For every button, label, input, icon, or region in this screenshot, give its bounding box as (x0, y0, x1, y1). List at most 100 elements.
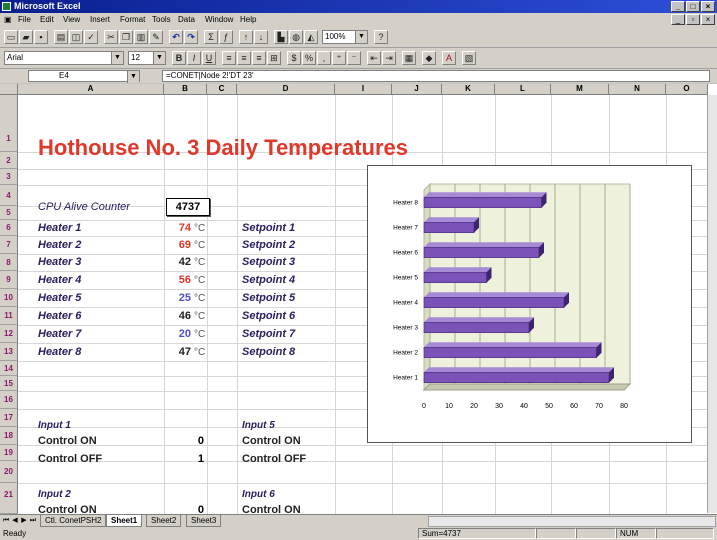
merge-center-icon[interactable]: ⊞ (267, 51, 281, 65)
setpoint-label[interactable]: Setpoint 1 (242, 222, 295, 234)
spelling-icon[interactable]: ✓ (84, 30, 98, 44)
chevron-down-icon[interactable]: ▼ (111, 52, 123, 64)
tab-sheet2[interactable]: Sheet2 (146, 515, 182, 527)
row-header[interactable]: 8 (0, 254, 18, 271)
row-header[interactable]: 21 (0, 483, 18, 514)
minimize-button[interactable]: _ (671, 1, 685, 12)
row-header[interactable]: 6 (0, 220, 18, 236)
heater-temp[interactable]: 25 (164, 292, 191, 304)
extra-tool-icon[interactable]: ▧ (462, 51, 476, 65)
menu-help[interactable]: Help (240, 15, 256, 24)
row-header[interactable]: 4 (0, 185, 18, 206)
tab-conet[interactable]: Ctl. ConetPSH2 (40, 515, 107, 527)
column-header[interactable]: M (551, 84, 609, 95)
row-header[interactable]: 10 (0, 289, 18, 307)
counter-label[interactable]: CPU Alive Counter (38, 201, 130, 213)
row-header[interactable]: 13 (0, 343, 18, 361)
column-header[interactable]: L (495, 84, 551, 95)
control-on-label[interactable]: Control ON (38, 435, 97, 447)
sort-desc-icon[interactable]: ↓ (254, 30, 268, 44)
row-header[interactable]: 5 (0, 206, 18, 220)
chart-wizard-icon[interactable]: ▙ (274, 30, 288, 44)
input-1-label[interactable]: Input 1 (38, 420, 71, 431)
row-header[interactable]: 18 (0, 427, 18, 445)
currency-icon[interactable]: $ (287, 51, 301, 65)
font-size-select[interactable]: 12 ▼ (128, 51, 166, 65)
format-painter-icon[interactable]: ✎ (149, 30, 163, 44)
menu-view[interactable]: View (63, 15, 80, 24)
temp-unit[interactable]: °C (194, 347, 205, 358)
column-header[interactable]: C (207, 84, 237, 95)
office-assistant-icon[interactable]: ? (374, 30, 388, 44)
control-off-label[interactable]: Control OFF (242, 453, 306, 465)
align-right-icon[interactable]: ≡ (252, 51, 266, 65)
temp-unit[interactable]: °C (194, 293, 205, 304)
column-header[interactable]: K (442, 84, 495, 95)
menu-data[interactable]: Data (178, 15, 195, 24)
heater-temp[interactable]: 74 (164, 222, 191, 234)
select-all-corner[interactable] (0, 84, 18, 95)
drawing-icon[interactable]: ◭ (304, 30, 318, 44)
column-header[interactable]: B (164, 84, 207, 95)
row-header[interactable]: 7 (0, 236, 18, 254)
control-on-label[interactable]: Control ON (38, 504, 97, 514)
italic-icon[interactable]: I (187, 51, 201, 65)
autosum-icon[interactable]: Σ (204, 30, 218, 44)
print-icon[interactable]: ▤ (54, 30, 68, 44)
function-icon[interactable]: ƒ (219, 30, 233, 44)
setpoint-label[interactable]: Setpoint 8 (242, 346, 295, 358)
heater-temp[interactable]: 20 (164, 328, 191, 340)
tab-sheet3[interactable]: Sheet3 (186, 515, 222, 527)
borders-icon[interactable]: ▦ (402, 51, 416, 65)
menu-file[interactable]: File (18, 15, 31, 24)
temp-unit[interactable]: °C (194, 257, 205, 268)
increase-decimal-icon[interactable]: ⁺ (332, 51, 346, 65)
heater-label[interactable]: Heater 2 (38, 239, 81, 251)
row-header[interactable]: 20 (0, 461, 18, 483)
sort-asc-icon[interactable]: ↑ (239, 30, 253, 44)
bold-icon[interactable]: B (172, 51, 186, 65)
setpoint-label[interactable]: Setpoint 5 (242, 292, 295, 304)
menu-insert[interactable]: Insert (90, 15, 110, 24)
print-preview-icon[interactable]: ◫ (69, 30, 83, 44)
chevron-down-icon[interactable]: ▼ (153, 52, 165, 64)
setpoint-label[interactable]: Setpoint 2 (242, 239, 295, 251)
row-header[interactable]: 11 (0, 307, 18, 325)
map-icon[interactable]: ◍ (289, 30, 303, 44)
doc-restore-button[interactable]: ▫ (686, 14, 700, 25)
input-2-label[interactable]: Input 2 (38, 489, 71, 500)
heater-label[interactable]: Heater 8 (38, 346, 81, 358)
row-header[interactable]: 12 (0, 325, 18, 343)
paste-icon[interactable]: ▥ (134, 30, 148, 44)
temp-unit[interactable]: °C (194, 311, 205, 322)
control-off-label[interactable]: Control OFF (38, 453, 102, 465)
heater-bar-chart[interactable]: 0 10 20 30 40 50 60 70 80 Heater 1 Heater 2 Heater … (367, 165, 692, 443)
chevron-down-icon[interactable]: ▼ (127, 71, 139, 83)
menu-edit[interactable]: Edit (40, 15, 54, 24)
row-header[interactable]: 14 (0, 361, 18, 376)
column-header[interactable]: I (335, 84, 392, 95)
control-on-value[interactable]: 0 (164, 504, 204, 514)
workbook-icon[interactable]: ▣ (4, 15, 12, 24)
setpoint-label[interactable]: Setpoint 7 (242, 328, 295, 340)
copy-icon[interactable]: ❐ (119, 30, 133, 44)
heater-label[interactable]: Heater 6 (38, 310, 81, 322)
open-icon[interactable]: ▰ (19, 30, 33, 44)
heater-label[interactable]: Heater 5 (38, 292, 81, 304)
vertical-scrollbar[interactable] (707, 95, 717, 513)
menu-window[interactable]: Window (205, 15, 233, 24)
sheet-title[interactable]: Hothouse No. 3 Daily Temperatures (38, 135, 408, 161)
menu-format[interactable]: Format (120, 15, 145, 24)
first-sheet-icon[interactable]: ⏮ (2, 516, 10, 526)
control-off-value[interactable]: 1 (164, 453, 204, 465)
cut-icon[interactable]: ✂ (104, 30, 118, 44)
horizontal-scrollbar[interactable] (428, 516, 716, 527)
increase-indent-icon[interactable]: ⇥ (382, 51, 396, 65)
row-header[interactable]: 1 (0, 95, 18, 152)
row-header[interactable]: 3 (0, 169, 18, 185)
temp-unit[interactable]: °C (194, 240, 205, 251)
counter-value[interactable]: 4737 (166, 198, 210, 216)
chevron-down-icon[interactable]: ▼ (355, 31, 367, 43)
temp-unit[interactable]: °C (194, 223, 205, 234)
name-box[interactable]: E4 ▼ (28, 70, 140, 83)
